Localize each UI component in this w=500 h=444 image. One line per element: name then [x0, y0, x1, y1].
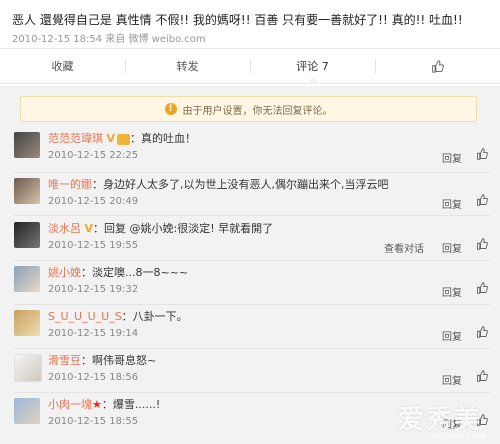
- favorite-label: 收藏: [51, 60, 74, 73]
- avatar[interactable]: [14, 222, 40, 248]
- comments-tab[interactable]: 评论 7: [250, 49, 375, 84]
- comment-body: ：淡定噢...8一8~~~: [81, 266, 189, 279]
- comment-text: 唯一的娜：身边好人太多了,以为世上没有恶人,偶尔蹦出来个,当浮云吧: [48, 178, 389, 192]
- reply-button[interactable]: 回复: [442, 372, 462, 387]
- comment-time: 2010-12-15 19:32: [48, 284, 139, 295]
- commenter-name[interactable]: 范范范瑋琪: [48, 132, 103, 145]
- repost-label: 转发: [176, 60, 199, 73]
- thumbs-up-icon[interactable]: [476, 194, 488, 206]
- comment-list: ! 由于用户设置，你无法回复评论。 范范范瑋琪 V ：真的吐血！ 2010-12-…: [0, 86, 500, 444]
- avatar[interactable]: [14, 310, 40, 336]
- comment-text: 姚小娩：淡定噢...8一8~~~: [48, 266, 188, 280]
- comment-text: S_U_U_U_U_S：八卦一下。: [48, 310, 188, 324]
- active-tab-caret: [305, 77, 320, 84]
- comment-time: 2010-12-15 19:14: [48, 328, 139, 339]
- commenter-name[interactable]: 小肉一塊: [48, 398, 92, 411]
- avatar[interactable]: [14, 178, 40, 204]
- like-button[interactable]: [375, 49, 500, 83]
- comment-text: 淡水呂 V：回复 @姚小娩:很淡定! 早就看開了: [48, 222, 273, 236]
- action-bar: 收藏 转发 评论 7: [0, 48, 500, 84]
- commenter-name[interactable]: 唯一的娜: [48, 178, 92, 191]
- thumbs-up-icon: [432, 59, 444, 73]
- comment-time: 2010-12-15 18:55: [48, 416, 139, 427]
- commenter-name[interactable]: S_U_U_U_U_S: [48, 310, 122, 323]
- comment-body: ：回复 @姚小娩:很淡定! 早就看開了: [93, 222, 274, 235]
- commenter-name[interactable]: 滑雪豆: [48, 354, 81, 367]
- weibo-post-page: 恶人 還覺得自己是 真性情 不假!! 我的媽呀!! 百善 只有要一善就好了!! …: [0, 0, 500, 444]
- crown-icon: [117, 133, 131, 145]
- thumbs-up-icon[interactable]: [476, 370, 488, 382]
- comment-text: 范范范瑋琪 V ：真的吐血！: [48, 132, 196, 146]
- reply-button[interactable]: 回复: [442, 284, 462, 299]
- view-conversation-link[interactable]: 查看对话: [384, 240, 424, 255]
- watermark-logo: 爱秀美: [397, 405, 482, 435]
- favorite-button[interactable]: 收藏: [0, 49, 125, 83]
- comment-time: 2010-12-15 18:56: [48, 372, 139, 383]
- comment-text: 滑雪豆：啊伟哥息怒~: [48, 354, 156, 368]
- comment-body: ：八卦一下。: [121, 310, 188, 323]
- notice-text: 由于用户设置，你无法回复评论。: [182, 105, 333, 117]
- comment-body: ：啊伟哥息怒~: [81, 354, 157, 367]
- thumbs-up-icon[interactable]: [476, 238, 488, 250]
- watermark-url: ixiumei.com: [431, 432, 486, 442]
- thumbs-up-icon[interactable]: [476, 326, 488, 338]
- reply-button[interactable]: 回复: [442, 328, 462, 343]
- divider: [14, 348, 490, 349]
- commenter-name[interactable]: 淡水呂: [48, 222, 81, 235]
- commenter-name[interactable]: 姚小娩: [48, 266, 81, 279]
- comment-body: ：身边好人太多了,以为世上没有恶人,偶尔蹦出来个,当浮云吧: [92, 178, 389, 191]
- thumbs-up-icon[interactable]: [476, 148, 488, 160]
- comments-label: 评论 7: [296, 60, 329, 73]
- reply-button[interactable]: 回复: [442, 196, 462, 211]
- verified-badge: V: [84, 222, 94, 235]
- comment-time: 2010-12-15 22:25: [48, 150, 139, 161]
- post-text: 恶人 還覺得自己是 真性情 不假!! 我的媽呀!! 百善 只有要一善就好了!! …: [12, 13, 463, 27]
- divider: [14, 304, 490, 305]
- avatar[interactable]: [14, 132, 40, 158]
- post-meta: 2010-12-15 18:54 来自 微博 weibo.com: [12, 34, 206, 45]
- reply-button[interactable]: 回复: [442, 150, 462, 165]
- divider: [14, 392, 490, 393]
- thumbs-up-icon[interactable]: [476, 282, 488, 294]
- comment-time: 2010-12-15 20:49: [48, 196, 139, 207]
- divider: [14, 260, 490, 261]
- avatar[interactable]: [14, 354, 42, 382]
- star-icon: ★: [92, 398, 102, 411]
- avatar[interactable]: [14, 398, 40, 424]
- comment-time: 2010-12-15 19:55: [48, 240, 139, 251]
- comment-body: ：真的吐血！: [130, 132, 197, 145]
- reply-button[interactable]: 回复: [442, 240, 462, 255]
- reply-disabled-notice: ! 由于用户设置，你无法回复评论。: [20, 96, 477, 122]
- divider: [14, 172, 490, 173]
- warning-icon: !: [164, 103, 177, 115]
- repost-button[interactable]: 转发: [125, 49, 250, 83]
- comment-text: 小肉一塊★：爆雪......!: [48, 398, 160, 412]
- verified-badge: V: [106, 132, 116, 145]
- avatar[interactable]: [14, 266, 40, 292]
- divider: [14, 215, 490, 216]
- comment-body: ：爆雪......!: [101, 398, 161, 411]
